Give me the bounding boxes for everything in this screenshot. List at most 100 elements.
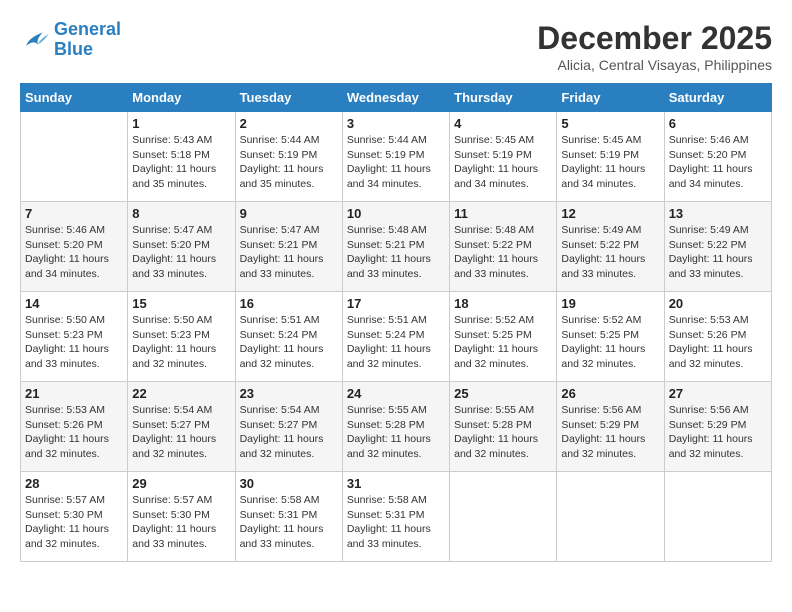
- day-info: Sunrise: 5:57 AMSunset: 5:30 PMDaylight:…: [132, 493, 230, 552]
- day-info: Sunrise: 5:57 AMSunset: 5:30 PMDaylight:…: [25, 493, 123, 552]
- day-info: Sunrise: 5:49 AMSunset: 5:22 PMDaylight:…: [669, 223, 767, 282]
- day-info: Sunrise: 5:51 AMSunset: 5:24 PMDaylight:…: [240, 313, 338, 372]
- calendar-cell: 8 Sunrise: 5:47 AMSunset: 5:20 PMDaylight…: [128, 202, 235, 292]
- day-info: Sunrise: 5:46 AMSunset: 5:20 PMDaylight:…: [669, 133, 767, 192]
- calendar-table: SundayMondayTuesdayWednesdayThursdayFrid…: [20, 83, 772, 562]
- day-number: 10: [347, 206, 445, 221]
- day-info: Sunrise: 5:52 AMSunset: 5:25 PMDaylight:…: [454, 313, 552, 372]
- calendar-cell: 14Sunrise: 5:50 AMSunset: 5:23 PMDayligh…: [21, 292, 128, 382]
- calendar-cell: 26Sunrise: 5:56 AMSunset: 5:29 PMDayligh…: [557, 382, 664, 472]
- day-number: 25: [454, 386, 552, 401]
- calendar-week-1: 1Sunrise: 5:43 AMSunset: 5:18 PMDaylight…: [21, 112, 772, 202]
- day-number: 29: [132, 476, 230, 491]
- day-number: 27: [669, 386, 767, 401]
- header-monday: Monday: [128, 84, 235, 112]
- day-number: 23: [240, 386, 338, 401]
- calendar-cell: 15 Sunrise: 5:50 AMSunset: 5:23 PMDayligh…: [128, 292, 235, 382]
- calendar-cell: 25 Sunrise: 5:55 AMSunset: 5:28 PMDayligh…: [450, 382, 557, 472]
- day-info: Sunrise: 5:45 AMSunset: 5:19 PMDaylight:…: [561, 133, 659, 192]
- day-number: 15: [132, 296, 230, 311]
- day-number: 20: [669, 296, 767, 311]
- day-info: Sunrise: 5:46 AMSunset: 5:20 PMDaylight:…: [25, 223, 123, 282]
- page-header: General Blue December 2025 Alicia, Centr…: [20, 20, 772, 73]
- day-number: 9: [240, 206, 338, 221]
- calendar-cell: 5 Sunrise: 5:45 AMSunset: 5:19 PMDaylight…: [557, 112, 664, 202]
- calendar-cell: 10 Sunrise: 5:48 AMSunset: 5:21 PMDayligh…: [342, 202, 449, 292]
- day-info: Sunrise: 5:52 AMSunset: 5:25 PMDaylight:…: [561, 313, 659, 372]
- calendar-cell: 21 Sunrise: 5:53 AMSunset: 5:26 PMDayligh…: [21, 382, 128, 472]
- day-info: Sunrise: 5:51 AMSunset: 5:24 PMDaylight:…: [347, 313, 445, 372]
- day-info: Sunrise: 5:50 AMSunset: 5:23 PMDaylight:…: [132, 313, 230, 372]
- day-number: 28: [25, 476, 123, 491]
- calendar-cell: [557, 472, 664, 562]
- day-info: Sunrise: 5:53 AMSunset: 5:26 PMDaylight:…: [669, 313, 767, 372]
- header-saturday: Saturday: [664, 84, 771, 112]
- day-info: Sunrise: 5:48 AMSunset: 5:22 PMDaylight:…: [454, 223, 552, 282]
- month-title: December 2025: [537, 20, 772, 57]
- calendar-cell: 4Sunrise: 5:45 AMSunset: 5:19 PMDaylight…: [450, 112, 557, 202]
- day-info: Sunrise: 5:45 AMSunset: 5:19 PMDaylight:…: [454, 133, 552, 192]
- day-info: Sunrise: 5:58 AMSunset: 5:31 PMDaylight:…: [347, 493, 445, 552]
- day-number: 19: [561, 296, 659, 311]
- calendar-cell: 2Sunrise: 5:44 AMSunset: 5:19 PMDaylight…: [235, 112, 342, 202]
- calendar-cell: [664, 472, 771, 562]
- calendar-cell: 3Sunrise: 5:44 AMSunset: 5:19 PMDaylight…: [342, 112, 449, 202]
- calendar-week-2: 7 Sunrise: 5:46 AMSunset: 5:20 PMDaylight…: [21, 202, 772, 292]
- calendar-cell: 27 Sunrise: 5:56 AMSunset: 5:29 PMDayligh…: [664, 382, 771, 472]
- day-info: Sunrise: 5:55 AMSunset: 5:28 PMDaylight:…: [454, 403, 552, 462]
- day-number: 7: [25, 206, 123, 221]
- calendar-cell: 12 Sunrise: 5:49 AMSunset: 5:22 PMDayligh…: [557, 202, 664, 292]
- header-friday: Friday: [557, 84, 664, 112]
- day-number: 14: [25, 296, 123, 311]
- day-number: 31: [347, 476, 445, 491]
- day-number: 12: [561, 206, 659, 221]
- calendar-cell: 30 Sunrise: 5:58 AMSunset: 5:31 PMDayligh…: [235, 472, 342, 562]
- day-number: 6: [669, 116, 767, 131]
- day-info: Sunrise: 5:58 AMSunset: 5:31 PMDaylight:…: [240, 493, 338, 552]
- day-info: Sunrise: 5:56 AMSunset: 5:29 PMDaylight:…: [669, 403, 767, 462]
- calendar-cell: 6 Sunrise: 5:46 AMSunset: 5:20 PMDaylight…: [664, 112, 771, 202]
- day-info: Sunrise: 5:54 AMSunset: 5:27 PMDaylight:…: [240, 403, 338, 462]
- calendar-week-4: 21 Sunrise: 5:53 AMSunset: 5:26 PMDayligh…: [21, 382, 772, 472]
- day-number: 8: [132, 206, 230, 221]
- calendar-cell: 13 Sunrise: 5:49 AMSunset: 5:22 PMDayligh…: [664, 202, 771, 292]
- calendar-cell: 24 Sunrise: 5:55 AMSunset: 5:28 PMDayligh…: [342, 382, 449, 472]
- header-sunday: Sunday: [21, 84, 128, 112]
- calendar-cell: 16 Sunrise: 5:51 AMSunset: 5:24 PMDayligh…: [235, 292, 342, 382]
- day-info: Sunrise: 5:43 AMSunset: 5:18 PMDaylight:…: [132, 133, 230, 192]
- day-number: 3: [347, 116, 445, 131]
- calendar-week-3: 14 Sunrise: 5:50 AMSunset: 5:23 PMDayligh…: [21, 292, 772, 382]
- day-number: 11: [454, 206, 552, 221]
- logo: General Blue: [20, 20, 121, 60]
- header-wednesday: Wednesday: [342, 84, 449, 112]
- calendar-cell: 19 Sunrise: 5:52 AMSunset: 5:25 PMDayligh…: [557, 292, 664, 382]
- day-info: Sunrise: 5:49 AMSunset: 5:22 PMDaylight:…: [561, 223, 659, 282]
- day-info: Sunrise: 5:44 AMSunset: 5:19 PMDaylight:…: [240, 133, 338, 192]
- day-number: 18: [454, 296, 552, 311]
- day-info: Sunrise: 5:53 AMSunset: 5:26 PMDaylight:…: [25, 403, 123, 462]
- day-number: 13: [669, 206, 767, 221]
- day-info: Sunrise: 5:47 AMSunset: 5:20 PMDaylight:…: [132, 223, 230, 282]
- day-info: Sunrise: 5:48 AMSunset: 5:21 PMDaylight:…: [347, 223, 445, 282]
- calendar-cell: 23 Sunrise: 5:54 AMSunset: 5:27 PMDayligh…: [235, 382, 342, 472]
- day-info: Sunrise: 5:54 AMSunset: 5:27 PMDaylight:…: [132, 403, 230, 462]
- calendar-cell: 9Sunrise: 5:47 AMSunset: 5:21 PMDaylight…: [235, 202, 342, 292]
- title-block: December 2025 Alicia, Central Visayas, P…: [537, 20, 772, 73]
- day-number: 5: [561, 116, 659, 131]
- day-number: 30: [240, 476, 338, 491]
- calendar-cell: 22Sunrise: 5:54 AMSunset: 5:27 PMDayligh…: [128, 382, 235, 472]
- day-info: Sunrise: 5:55 AMSunset: 5:28 PMDaylight:…: [347, 403, 445, 462]
- calendar-cell: 1Sunrise: 5:43 AMSunset: 5:18 PMDaylight…: [128, 112, 235, 202]
- day-number: 17: [347, 296, 445, 311]
- header-thursday: Thursday: [450, 84, 557, 112]
- header-tuesday: Tuesday: [235, 84, 342, 112]
- day-number: 24: [347, 386, 445, 401]
- calendar-cell: [21, 112, 128, 202]
- calendar-header-row: SundayMondayTuesdayWednesdayThursdayFrid…: [21, 84, 772, 112]
- calendar-cell: 11 Sunrise: 5:48 AMSunset: 5:22 PMDayligh…: [450, 202, 557, 292]
- calendar-cell: 17 Sunrise: 5:51 AMSunset: 5:24 PMDayligh…: [342, 292, 449, 382]
- day-number: 16: [240, 296, 338, 311]
- calendar-cell: 20 Sunrise: 5:53 AMSunset: 5:26 PMDayligh…: [664, 292, 771, 382]
- day-number: 21: [25, 386, 123, 401]
- calendar-cell: 29 Sunrise: 5:57 AMSunset: 5:30 PMDayligh…: [128, 472, 235, 562]
